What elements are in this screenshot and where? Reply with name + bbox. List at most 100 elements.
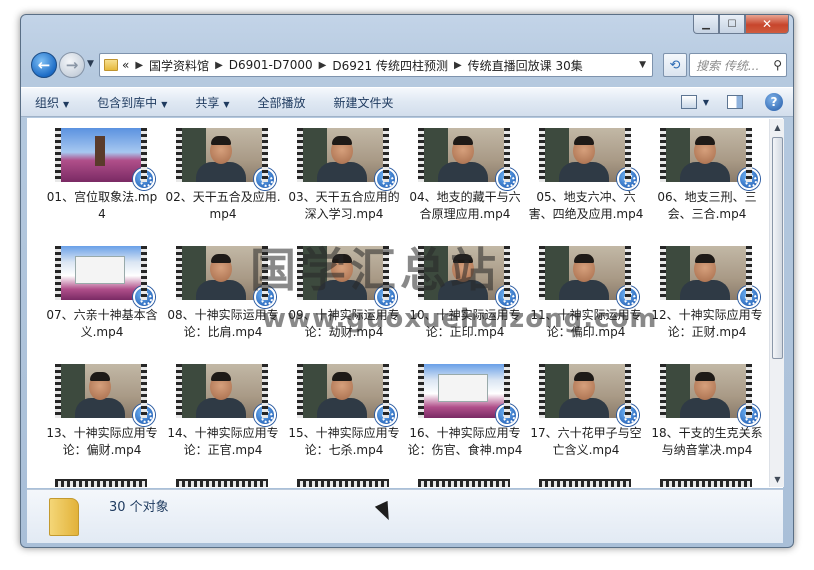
- chevron-right-icon[interactable]: ▶: [215, 60, 223, 71]
- vertical-scrollbar[interactable]: ▲ ▼: [769, 119, 784, 487]
- file-item[interactable]: 01、宫位取象法.mp4: [43, 128, 161, 223]
- thumbnail-frame: [666, 364, 746, 418]
- file-item[interactable]: 02、天干五合及应用.mp4: [164, 128, 282, 223]
- file-name: 17、六十花甲子与空亡含义.mp4: [530, 426, 642, 457]
- chevron-right-icon[interactable]: ▶: [319, 60, 327, 71]
- file-item[interactable]: 08、十神实际运用专论：比肩.mp4: [164, 246, 282, 341]
- file-item[interactable]: 17、六十花甲子与空亡含义.mp4: [527, 364, 645, 459]
- media-player-icon: [254, 286, 276, 308]
- recent-pages-button[interactable]: ▼: [87, 59, 94, 69]
- file-item[interactable]: 03、天干五合应用的深入学习.mp4: [285, 128, 403, 223]
- play-all-button[interactable]: 全部播放: [258, 94, 306, 111]
- partial-row-item[interactable]: [539, 479, 631, 487]
- preview-pane-icon[interactable]: [727, 95, 743, 109]
- change-view-icon[interactable]: [680, 95, 697, 109]
- maximize-button[interactable]: ☐: [719, 15, 745, 34]
- breadcrumb-item-current[interactable]: 传统直播回放课 30集: [468, 57, 583, 74]
- file-name: 06、地支三刑、三会、三合.mp4: [657, 190, 757, 221]
- item-count: 30 个对象: [109, 500, 169, 515]
- file-name: 04、地支的藏干与六合原理应用.mp4: [409, 190, 521, 221]
- thumbnail-frame: [666, 128, 746, 182]
- search-placeholder: 搜索 传统...: [696, 58, 760, 73]
- file-item[interactable]: 04、地支的藏干与六合原理应用.mp4: [406, 128, 524, 223]
- new-folder-button[interactable]: 新建文件夹: [334, 94, 394, 111]
- file-name: 18、干支的生克关系与纳音掌决.mp4: [651, 426, 763, 457]
- thumbnail-frame: [182, 128, 262, 182]
- video-thumbnail: [55, 128, 155, 190]
- search-input[interactable]: 搜索 传统... ⚲: [689, 53, 787, 77]
- back-button[interactable]: ←: [31, 52, 57, 78]
- share-menu[interactable]: 共享 ▼: [195, 94, 229, 111]
- video-thumbnail: [418, 364, 518, 426]
- search-icon[interactable]: ⚲: [773, 58, 782, 72]
- file-name: 03、天干五合应用的深入学习.mp4: [288, 190, 400, 221]
- partial-row-item[interactable]: [55, 479, 147, 487]
- media-player-icon: [254, 404, 276, 426]
- file-item[interactable]: 10、十神实际运用专论：正印.mp4: [406, 246, 524, 341]
- file-item[interactable]: 12、十神实际应用专论：正财.mp4: [648, 246, 766, 341]
- breadcrumb-item[interactable]: 国学资料馆: [149, 57, 209, 74]
- file-name: 15、十神实际应用专论：七杀.mp4: [288, 426, 400, 457]
- address-dropdown-icon[interactable]: ▼: [639, 60, 646, 70]
- partial-row-item[interactable]: [418, 479, 510, 487]
- breadcrumb-item[interactable]: D6921 传统四柱预测: [332, 57, 448, 74]
- breadcrumb-item[interactable]: D6901-D7000: [229, 58, 313, 72]
- file-item[interactable]: 18、干支的生克关系与纳音掌决.mp4: [648, 364, 766, 459]
- chevron-right-icon[interactable]: ▶: [135, 60, 143, 71]
- file-item[interactable]: 06、地支三刑、三会、三合.mp4: [648, 128, 766, 223]
- media-player-icon: [617, 286, 639, 308]
- close-button[interactable]: ✕: [745, 15, 789, 34]
- explorer-window: ▁ ☐ ✕ ← → ▼ « ▶ 国学资料馆 ▶ D6901-D7000 ▶ D6…: [20, 14, 794, 548]
- organize-menu[interactable]: 组织 ▼: [35, 94, 69, 111]
- maximize-icon: ☐: [727, 18, 737, 30]
- thumbnail-frame: [182, 364, 262, 418]
- video-thumbnail: [660, 364, 760, 426]
- partial-row-item[interactable]: [176, 479, 268, 487]
- partial-row-item[interactable]: [297, 479, 389, 487]
- video-thumbnail: [297, 246, 397, 308]
- file-item[interactable]: 13、十神实际应用专论：偏财.mp4: [43, 364, 161, 459]
- breadcrumb-overflow[interactable]: «: [122, 58, 129, 72]
- address-bar[interactable]: « ▶ 国学资料馆 ▶ D6901-D7000 ▶ D6921 传统四柱预测 ▶…: [99, 53, 653, 77]
- video-thumbnail: [176, 364, 276, 426]
- media-player-icon: [375, 404, 397, 426]
- file-name: 12、十神实际应用专论：正财.mp4: [651, 308, 763, 339]
- folder-icon: [49, 498, 79, 536]
- thumbnail-frame: [303, 364, 383, 418]
- file-name: 01、宫位取象法.mp4: [46, 190, 158, 221]
- caption-buttons: ▁ ☐ ✕: [693, 15, 789, 34]
- file-item[interactable]: 16、十神实际应用专论：伤官、食神.mp4: [406, 364, 524, 459]
- refresh-button[interactable]: ⟲: [663, 53, 687, 77]
- include-in-library-menu[interactable]: 包含到库中 ▼: [97, 94, 167, 111]
- media-player-icon: [375, 286, 397, 308]
- help-icon[interactable]: ?: [765, 93, 783, 111]
- video-thumbnail: [660, 246, 760, 308]
- file-item[interactable]: 14、十神实际应用专论：正官.mp4: [164, 364, 282, 459]
- scroll-thumb[interactable]: [772, 137, 783, 359]
- thumbnail-frame: [303, 128, 383, 182]
- scroll-up-icon[interactable]: ▲: [770, 119, 785, 135]
- chevron-right-icon[interactable]: ▶: [454, 60, 462, 71]
- scroll-down-icon[interactable]: ▼: [770, 471, 785, 487]
- thumbnail-frame: [666, 246, 746, 300]
- thumbnail-frame: [61, 246, 141, 300]
- file-item[interactable]: 05、地支六冲、六害、四绝及应用.mp4: [527, 128, 645, 223]
- forward-button[interactable]: →: [59, 52, 85, 78]
- view-options-dropdown-icon[interactable]: ▼: [703, 98, 709, 107]
- partial-row-item[interactable]: [660, 479, 752, 487]
- file-item[interactable]: 07、六亲十神基本含义.mp4: [43, 246, 161, 341]
- file-item[interactable]: 11、十神实际运用专论：偏印.mp4: [527, 246, 645, 341]
- file-item[interactable]: 09、十神实际运用专论：劫财.mp4: [285, 246, 403, 341]
- share-label: 共享: [195, 95, 220, 110]
- chevron-down-icon: ▼: [223, 99, 230, 109]
- video-thumbnail: [55, 364, 155, 426]
- include-in-library-label: 包含到库中: [97, 95, 158, 110]
- thumbnail-frame: [545, 128, 625, 182]
- thumbnail-frame: [182, 246, 262, 300]
- file-name: 07、六亲十神基本含义.mp4: [46, 308, 158, 339]
- navigation-row: ← → ▼ « ▶ 国学资料馆 ▶ D6901-D7000 ▶ D6921 传统…: [29, 50, 787, 80]
- video-thumbnail: [539, 128, 639, 190]
- minimize-button[interactable]: ▁: [693, 15, 719, 34]
- file-name: 10、十神实际运用专论：正印.mp4: [409, 308, 521, 339]
- file-item[interactable]: 15、十神实际应用专论：七杀.mp4: [285, 364, 403, 459]
